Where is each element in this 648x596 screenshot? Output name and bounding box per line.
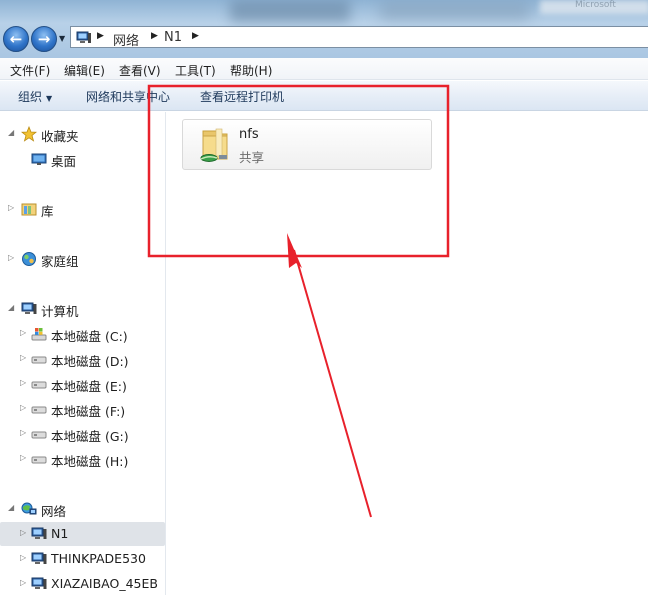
drive-icon [31, 451, 47, 467]
nav-label: 收藏夹 [41, 129, 79, 144]
desktop-icon [31, 151, 47, 167]
address-bar[interactable]: ▶ 网络 ▶ N1 ▶ [70, 26, 648, 49]
network-computer-icon [31, 576, 47, 592]
arrow-right-icon: → [37, 30, 51, 48]
collapse-arrow-icon[interactable]: ◢ [8, 303, 14, 312]
nav-homegroup[interactable]: ▷ 家庭组 [0, 247, 165, 271]
share-name: nfs [239, 127, 259, 142]
arrow-left-icon: ← [9, 30, 23, 48]
network-computer-icon [31, 551, 47, 567]
system-drive-icon [31, 326, 47, 342]
breadcrumb-separator-icon[interactable]: ▶ [151, 31, 158, 41]
nav-label: XIAZAIBAO_45EB [51, 576, 158, 591]
nav-drive-f[interactable]: ▷ 本地磁盘 (F:) [0, 397, 165, 421]
star-icon [20, 125, 38, 142]
nav-libraries[interactable]: ▷ 库 [0, 197, 165, 221]
expand-arrow-icon[interactable]: ▷ [20, 428, 26, 437]
nav-computer[interactable]: ◢ 计算机 [0, 297, 165, 321]
homegroup-icon [21, 251, 37, 267]
nav-label: 计算机 [41, 304, 79, 319]
computer-icon [21, 301, 37, 317]
expand-arrow-icon[interactable]: ▷ [20, 578, 26, 587]
expand-arrow-icon[interactable]: ▷ [8, 253, 14, 262]
collapse-arrow-icon[interactable]: ◢ [8, 128, 14, 137]
nav-label: 库 [41, 204, 54, 219]
drive-icon [31, 376, 47, 392]
menu-tools[interactable]: 工具(T) [175, 62, 216, 79]
expand-arrow-icon[interactable]: ▷ [8, 203, 14, 212]
file-list-pane: nfs 共享 [167, 112, 648, 595]
menu-edit[interactable]: 编辑(E) [64, 62, 105, 79]
library-icon [21, 201, 37, 217]
nav-network-thinkpade530[interactable]: ▷ THINKPADE530 [0, 547, 165, 571]
nav-drive-e[interactable]: ▷ 本地磁盘 (E:) [0, 372, 165, 396]
command-bar: 组织 ▼ 网络和共享中心 查看远程打印机 [0, 81, 648, 111]
network-computer-icon [76, 31, 92, 48]
view-remote-printers-button[interactable]: 查看远程打印机 [200, 88, 284, 105]
menu-file[interactable]: 文件(F) [10, 62, 50, 79]
menu-view[interactable]: 查看(V) [119, 62, 161, 79]
navigation-pane: ◢ 收藏夹 桌面 ▷ 库 ▷ 家庭组 ◢ 计算机 ▷ 本地磁盘 (C:) ▷ 本… [0, 112, 166, 595]
breadcrumb-network[interactable]: 网络 [113, 30, 139, 49]
network-computer-icon [31, 526, 47, 542]
menu-help[interactable]: 帮助(H) [230, 62, 272, 79]
nav-network-n1[interactable]: ▷ N1 [0, 522, 165, 546]
expand-arrow-icon[interactable]: ▷ [20, 353, 26, 362]
breadcrumb-separator-icon[interactable]: ▶ [97, 31, 104, 41]
nav-drive-d[interactable]: ▷ 本地磁盘 (D:) [0, 347, 165, 371]
expand-arrow-icon[interactable]: ▷ [20, 403, 26, 412]
drive-icon [31, 426, 47, 442]
menu-bar: 文件(F) 编辑(E) 查看(V) 工具(T) 帮助(H) [0, 58, 648, 80]
nav-label: THINKPADE530 [51, 551, 146, 566]
nav-label: 本地磁盘 (H:) [51, 454, 129, 469]
organize-label: 组织 [18, 90, 43, 104]
network-icon [21, 501, 37, 517]
chevron-down-icon: ▼ [46, 94, 53, 103]
shared-folder-item[interactable]: nfs 共享 [182, 119, 432, 170]
nav-label: 本地磁盘 (F:) [51, 404, 126, 419]
expand-arrow-icon[interactable]: ▷ [20, 528, 26, 537]
expand-arrow-icon[interactable]: ▷ [20, 553, 26, 562]
nav-label: 本地磁盘 (D:) [51, 354, 129, 369]
nav-label: 本地磁盘 (C:) [51, 329, 128, 344]
nav-label: 本地磁盘 (E:) [51, 379, 127, 394]
nav-label: 桌面 [51, 154, 77, 169]
nav-network-xiazaibao[interactable]: ▷ XIAZAIBAO_45EB [0, 572, 165, 596]
nav-label: 本地磁盘 (G:) [51, 429, 129, 444]
nav-network[interactable]: ◢ 网络 [0, 497, 165, 521]
forward-button[interactable]: → [31, 26, 57, 52]
history-dropdown-icon[interactable]: ▼ [59, 34, 65, 43]
nav-drive-g[interactable]: ▷ 本地磁盘 (G:) [0, 422, 165, 446]
drive-icon [31, 351, 47, 367]
expand-arrow-icon[interactable]: ▷ [20, 328, 26, 337]
nav-drive-c[interactable]: ▷ 本地磁盘 (C:) [0, 322, 165, 346]
breadcrumb-separator-icon[interactable]: ▶ [192, 31, 199, 41]
share-type: 共享 [239, 150, 265, 165]
nav-drive-h[interactable]: ▷ 本地磁盘 (H:) [0, 447, 165, 471]
back-button[interactable]: ← [3, 26, 29, 52]
expand-arrow-icon[interactable]: ▷ [20, 453, 26, 462]
expand-arrow-icon[interactable]: ▷ [20, 378, 26, 387]
nav-label: 网络 [41, 504, 67, 519]
nav-label: 家庭组 [41, 254, 79, 269]
nav-favorites[interactable]: ◢ 收藏夹 [0, 122, 165, 146]
nav-label: N1 [51, 526, 69, 541]
network-sharing-center-button[interactable]: 网络和共享中心 [86, 88, 170, 105]
collapse-arrow-icon[interactable]: ◢ [8, 503, 14, 512]
shared-folder-icon [195, 125, 235, 168]
nav-desktop[interactable]: 桌面 [0, 147, 165, 171]
breadcrumb-n1[interactable]: N1 [164, 30, 182, 45]
drive-icon [31, 401, 47, 417]
organize-button[interactable]: 组织 ▼ [18, 88, 52, 105]
